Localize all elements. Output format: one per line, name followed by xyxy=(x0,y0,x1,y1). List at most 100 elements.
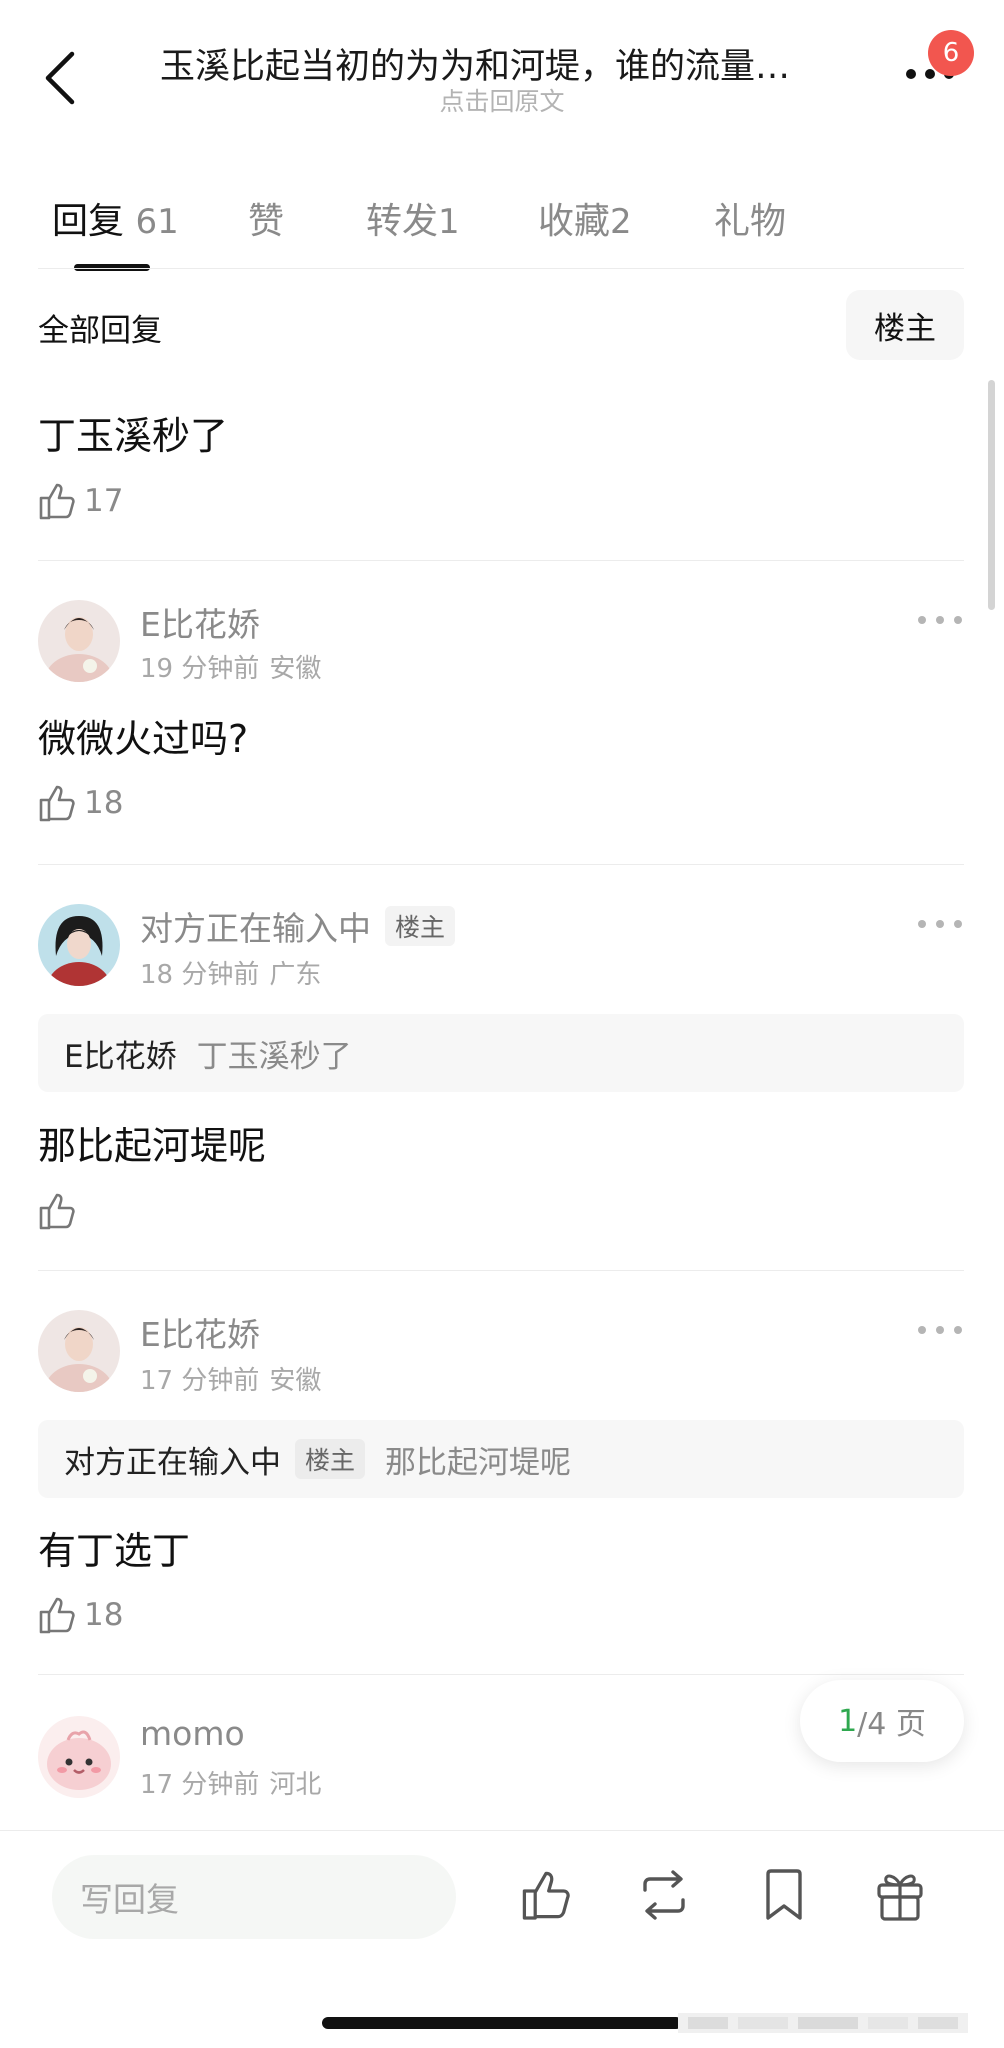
avatar[interactable] xyxy=(38,1716,120,1798)
comment-time: 18 分钟前 xyxy=(140,960,260,990)
comment-text: 微微火过吗? xyxy=(38,717,249,761)
comment-time: 17 分钟前 xyxy=(140,1366,260,1396)
more-dot xyxy=(954,1326,962,1334)
reply-input[interactable]: 写回复 xyxy=(52,1855,456,1939)
tab-label: 赞 xyxy=(248,201,285,242)
watermark-blur xyxy=(678,2013,968,2033)
notification-badge: 6 xyxy=(928,30,974,76)
comment-time: 19 分钟前 xyxy=(140,654,260,684)
quoted-reply[interactable]: 对方正在输入中 楼主 那比起河堤呢 xyxy=(38,1420,964,1498)
thumbs-up-icon xyxy=(39,1597,75,1634)
gift-button[interactable] xyxy=(864,1859,936,1931)
like-button[interactable]: 18 xyxy=(38,1592,123,1638)
repost-icon xyxy=(643,1870,685,1920)
more-dot xyxy=(936,920,944,928)
divider xyxy=(38,1270,964,1271)
divider xyxy=(38,560,964,561)
thumbs-up-icon xyxy=(39,1193,75,1230)
like-count: 17 xyxy=(84,483,124,519)
bookmark-icon xyxy=(766,1869,802,1920)
tab-gifts[interactable]: 礼物 xyxy=(714,192,786,244)
divider xyxy=(38,1674,964,1675)
top-bar: 玉溪比起当初的为为和河堤，谁的流量… 点击回原文 6 xyxy=(0,0,1004,150)
like-button[interactable]: 18 xyxy=(38,780,123,826)
page-total: /4 页 xyxy=(857,1707,926,1742)
repost-button[interactable] xyxy=(628,1859,700,1931)
more-dot xyxy=(925,69,935,79)
tab-reposts[interactable]: 转发1 xyxy=(366,192,460,244)
like-count: 18 xyxy=(84,1597,124,1633)
comment-location: 河北 xyxy=(269,1770,322,1800)
quoted-text: 那比起河堤呢 xyxy=(385,1444,572,1481)
avatar[interactable] xyxy=(38,904,120,986)
more-dot xyxy=(918,920,926,928)
like-post-button[interactable] xyxy=(510,1859,582,1931)
more-dot xyxy=(954,616,962,624)
quoted-author: 对方正在输入中 xyxy=(64,1444,281,1481)
scrollbar[interactable] xyxy=(988,380,995,610)
tab-count: 2 xyxy=(610,202,632,242)
comment-meta: 19 分钟前 安徽 xyxy=(140,648,321,685)
comment-more-button[interactable] xyxy=(918,610,962,630)
comment-meta: 18 分钟前 广东 xyxy=(140,954,321,991)
comment-time: 17 分钟前 xyxy=(140,1770,260,1800)
thumbs-up-icon xyxy=(522,1871,570,1920)
comment-location: 安徽 xyxy=(269,1366,322,1396)
gift-icon xyxy=(877,1874,923,1921)
owner-only-button[interactable]: 楼主 xyxy=(846,290,964,360)
like-count: 18 xyxy=(84,785,124,821)
comment-location: 广东 xyxy=(269,960,322,990)
more-dot xyxy=(954,920,962,928)
comment-text: 丁玉溪秒了 xyxy=(38,414,229,458)
tab-count: 61 xyxy=(135,202,179,242)
tab-likes[interactable]: 赞 xyxy=(248,192,284,244)
thumbs-up-icon xyxy=(39,785,75,822)
tab-replies[interactable]: 回复 61 xyxy=(52,192,179,244)
tab-favorites[interactable]: 收藏2 xyxy=(538,192,632,244)
author-name: momo xyxy=(140,1714,245,1753)
like-button[interactable] xyxy=(38,1188,84,1234)
current-page: 1 xyxy=(838,1703,858,1739)
quoted-text: 丁玉溪秒了 xyxy=(196,1038,352,1075)
comment-more-button[interactable] xyxy=(918,914,962,934)
more-dot xyxy=(918,616,926,624)
tab-label: 礼物 xyxy=(714,201,787,242)
bottom-action-bar: 写回复 xyxy=(0,1830,1004,2048)
comment-more-button[interactable] xyxy=(918,1320,962,1340)
comment-meta: 17 分钟前 河北 xyxy=(140,1764,321,1801)
divider xyxy=(38,268,964,269)
all-replies-label: 全部回复 xyxy=(38,313,162,349)
more-dot xyxy=(918,1326,926,1334)
quoted-author: E比花娇 xyxy=(64,1038,177,1075)
home-indicator[interactable] xyxy=(322,2017,682,2029)
more-dot xyxy=(936,1326,944,1334)
more-dot xyxy=(936,616,944,624)
quoted-reply[interactable]: E比花娇 丁玉溪秒了 xyxy=(38,1014,964,1092)
back-to-original-link[interactable]: 点击回原文 xyxy=(0,82,1004,118)
comment-author[interactable]: E比花娇 xyxy=(140,1308,260,1356)
owner-tag: 楼主 xyxy=(385,906,456,946)
like-button[interactable]: 17 xyxy=(38,478,123,524)
comment-author[interactable]: E比花娇 xyxy=(140,598,260,646)
tab-label: 收藏 xyxy=(538,201,611,242)
comment-text: 那比起河堤呢 xyxy=(38,1124,267,1168)
comment-location: 安徽 xyxy=(269,654,322,684)
author-name: 对方正在输入中 xyxy=(140,909,371,948)
bookmark-button[interactable] xyxy=(748,1859,820,1931)
tab-label: 转发 xyxy=(366,201,439,242)
tab-label: 回复 xyxy=(52,201,125,242)
author-name: E比花娇 xyxy=(140,1315,260,1354)
comment-author[interactable]: momo xyxy=(140,1714,245,1753)
divider xyxy=(38,864,964,865)
tab-count: 1 xyxy=(438,202,460,242)
comment-meta: 17 分钟前 安徽 xyxy=(140,1360,321,1397)
author-name: E比花娇 xyxy=(140,605,260,644)
more-dot xyxy=(906,69,916,79)
comment-text: 有丁选丁 xyxy=(38,1529,191,1573)
avatar[interactable] xyxy=(38,600,120,682)
owner-tag: 楼主 xyxy=(295,1439,366,1479)
tab-bar: 回复 61 赞 转发1 收藏2 礼物 xyxy=(0,180,1004,271)
page-indicator[interactable]: 1/4 页 xyxy=(800,1680,964,1762)
avatar[interactable] xyxy=(38,1310,120,1392)
comment-author[interactable]: 对方正在输入中 楼主 xyxy=(140,902,456,950)
